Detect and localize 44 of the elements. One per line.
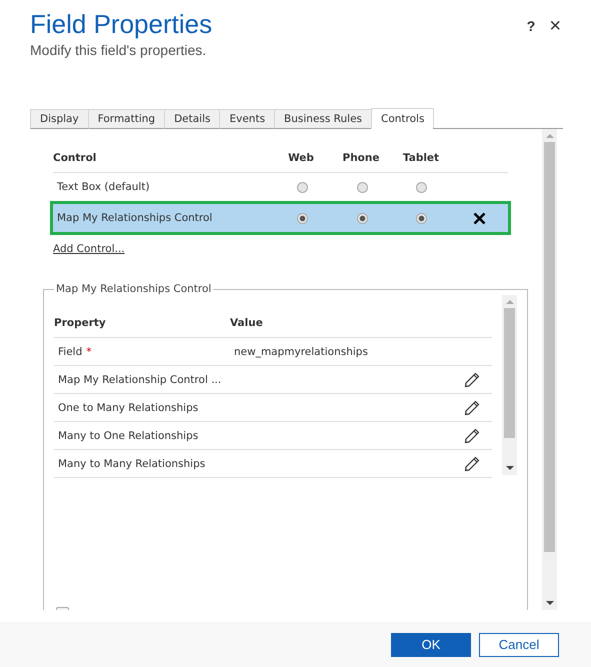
- control-name: Map My Relationships Control: [56, 212, 214, 224]
- tab[interactable]: Controls: [371, 108, 434, 129]
- group-legend: Map My Relationships Control: [54, 283, 214, 295]
- dialog-subtitle: Modify this field's properties.: [30, 42, 208, 58]
- radio-button[interactable]: [297, 182, 308, 192]
- required-mark: *: [86, 346, 92, 358]
- radio-button[interactable]: [356, 212, 368, 224]
- pencil-icon[interactable]: [464, 428, 480, 444]
- radio-button[interactable]: [356, 182, 368, 192]
- column-header: Web: [287, 152, 315, 164]
- tab[interactable]: Business Rules: [274, 109, 372, 129]
- pencil-icon[interactable]: [464, 456, 480, 472]
- tab[interactable]: Details: [164, 109, 220, 129]
- pencil-icon[interactable]: [464, 372, 480, 388]
- property-name: Many to Many Relationships: [58, 458, 206, 470]
- property-name: One to Many Relationships: [58, 402, 198, 414]
- property-name: Many to One Relationships: [58, 430, 198, 442]
- column-header: Tablet: [402, 152, 440, 164]
- pencil-icon[interactable]: [464, 400, 480, 416]
- control-name: Text Box (default): [56, 181, 151, 193]
- tab[interactable]: Events: [219, 109, 276, 129]
- tab[interactable]: Formatting: [88, 109, 166, 129]
- scrollbar[interactable]: [542, 129, 557, 610]
- column-header: Phone: [342, 152, 380, 164]
- ok-button[interactable]: OK: [391, 632, 471, 656]
- radio-button[interactable]: [416, 182, 428, 192]
- add-control-link[interactable]: Add Control...: [53, 243, 125, 255]
- property-name: Field: [58, 346, 82, 358]
- column-header: Value: [230, 317, 264, 329]
- radio-button[interactable]: [297, 212, 308, 224]
- radio-button[interactable]: [416, 212, 428, 224]
- property-value: new_mapmyrelationships: [234, 346, 368, 358]
- remove-icon[interactable]: [473, 212, 486, 224]
- control-row[interactable]: Map My Relationships Control: [50, 201, 511, 235]
- cancel-button[interactable]: Cancel: [479, 632, 559, 656]
- dialog-title: Field Properties: [30, 8, 214, 40]
- help-button[interactable]: ?: [526, 18, 536, 34]
- tab[interactable]: Display: [30, 109, 89, 129]
- column-header: Control: [53, 152, 98, 164]
- control-row[interactable]: Text Box (default): [53, 173, 508, 201]
- column-header: Property: [54, 317, 107, 329]
- property-name: Map My Relationship Control ...: [58, 374, 222, 386]
- scrollbar[interactable]: [502, 295, 517, 475]
- close-button[interactable]: ×: [549, 18, 561, 34]
